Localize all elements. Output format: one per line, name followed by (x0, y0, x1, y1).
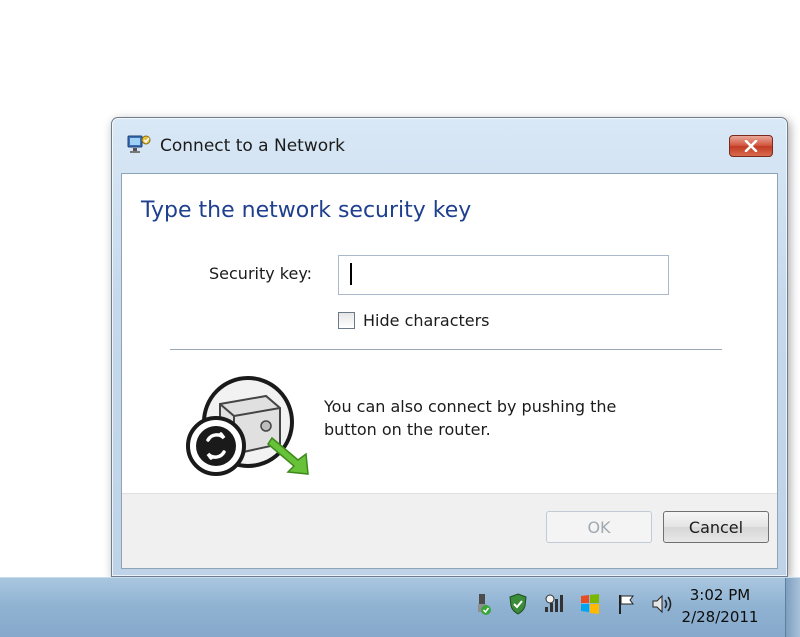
action-center-flag-icon[interactable] (614, 592, 638, 616)
security-shield-icon[interactable] (506, 592, 530, 616)
divider (170, 349, 722, 350)
clock-time: 3:02 PM (689, 586, 751, 604)
dialog-titlebar[interactable]: Connect to a Network (112, 118, 787, 173)
usb-icon[interactable] (470, 592, 494, 616)
cancel-button[interactable]: Cancel (663, 511, 769, 543)
connect-network-dialog: Connect to a Network Type the network se… (111, 117, 788, 577)
dialog-footer: OK Cancel (122, 493, 777, 568)
security-key-input[interactable] (338, 255, 669, 295)
router-wps-icon (186, 376, 309, 476)
ok-button[interactable]: OK (546, 511, 652, 543)
dialog-title: Connect to a Network (160, 136, 345, 156)
hide-characters-checkbox[interactable] (338, 312, 355, 329)
notification-area (470, 592, 674, 616)
hide-characters-label[interactable]: Hide characters (363, 311, 490, 330)
taskbar: 3:02 PM 2/28/2011 (0, 577, 800, 637)
dialog-content: Type the network security key Security k… (121, 173, 778, 569)
close-icon (744, 140, 758, 152)
show-desktop-button[interactable] (785, 578, 800, 637)
close-button[interactable] (729, 135, 773, 157)
network-signal-icon[interactable] (542, 592, 566, 616)
wps-instruction-text: You can also connect by pushing the butt… (324, 397, 617, 439)
windows-flag-icon[interactable] (578, 592, 602, 616)
text-caret (350, 263, 352, 285)
hide-characters-option[interactable]: Hide characters (338, 311, 490, 330)
volume-icon[interactable] (650, 592, 674, 616)
clock-date: 2/28/2011 (681, 608, 759, 626)
security-key-label: Security key: (209, 264, 313, 283)
network-icon (127, 135, 151, 153)
dialog-heading: Type the network security key (141, 198, 472, 223)
system-clock[interactable]: 3:02 PM 2/28/2011 (676, 584, 764, 628)
